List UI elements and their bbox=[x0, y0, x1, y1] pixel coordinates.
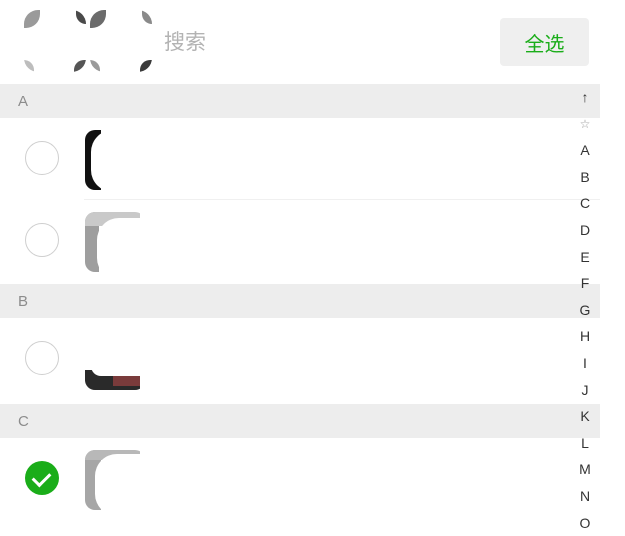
select-checkbox-checked[interactable] bbox=[25, 461, 59, 495]
select-checkbox[interactable] bbox=[25, 141, 59, 175]
index-letter-h[interactable]: H bbox=[580, 323, 590, 350]
section-header-a: A bbox=[0, 84, 600, 118]
contact-name-redacted bbox=[140, 318, 290, 400]
section-letter: C bbox=[18, 413, 29, 430]
index-letter-f[interactable]: F bbox=[581, 270, 590, 297]
avatar bbox=[85, 450, 145, 510]
index-letter-k[interactable]: K bbox=[580, 403, 589, 430]
contact-name-redacted bbox=[140, 438, 290, 520]
contact-row[interactable] bbox=[0, 200, 600, 282]
index-letter-n[interactable]: N bbox=[580, 483, 590, 510]
select-checkbox[interactable] bbox=[25, 223, 59, 257]
section-header-c: C bbox=[0, 404, 600, 438]
index-letter-star[interactable]: ☆ bbox=[580, 111, 591, 138]
section-letter: A bbox=[18, 93, 28, 110]
index-letter-g[interactable]: G bbox=[580, 297, 591, 324]
index-letter-d[interactable]: D bbox=[580, 217, 590, 244]
avatar bbox=[85, 330, 145, 390]
index-letter-j[interactable]: J bbox=[582, 377, 589, 404]
section-header-b: B bbox=[0, 284, 600, 318]
section-letter: B bbox=[18, 293, 28, 310]
avatar bbox=[85, 212, 145, 272]
contact-row[interactable] bbox=[0, 318, 600, 400]
index-letter-o[interactable]: O bbox=[580, 510, 591, 536]
search-input[interactable] bbox=[164, 28, 464, 58]
contact-name-redacted bbox=[140, 118, 290, 200]
contact-row[interactable] bbox=[0, 438, 600, 520]
selected-contact-avatar[interactable] bbox=[90, 10, 152, 72]
index-letter-l[interactable]: L bbox=[581, 430, 589, 457]
index-letter-i[interactable]: I bbox=[583, 350, 587, 377]
index-letter-top[interactable]: ↑ bbox=[582, 84, 589, 111]
top-bar: 全选 bbox=[0, 0, 625, 84]
select-checkbox[interactable] bbox=[25, 341, 59, 375]
index-letter-m[interactable]: M bbox=[579, 456, 591, 483]
index-letter-a[interactable]: A bbox=[580, 137, 589, 164]
select-all-button[interactable]: 全选 bbox=[500, 18, 589, 66]
index-letter-b[interactable]: B bbox=[580, 164, 589, 191]
index-letter-c[interactable]: C bbox=[580, 190, 590, 217]
selected-contact-avatar[interactable] bbox=[24, 10, 86, 72]
contact-row[interactable] bbox=[0, 118, 600, 200]
avatar bbox=[85, 130, 145, 190]
contact-name-redacted bbox=[140, 200, 290, 282]
index-letter-e[interactable]: E bbox=[580, 244, 589, 271]
alphabet-index-bar[interactable]: ↑☆ABCDEFGHIJKLMNO bbox=[572, 84, 598, 536]
